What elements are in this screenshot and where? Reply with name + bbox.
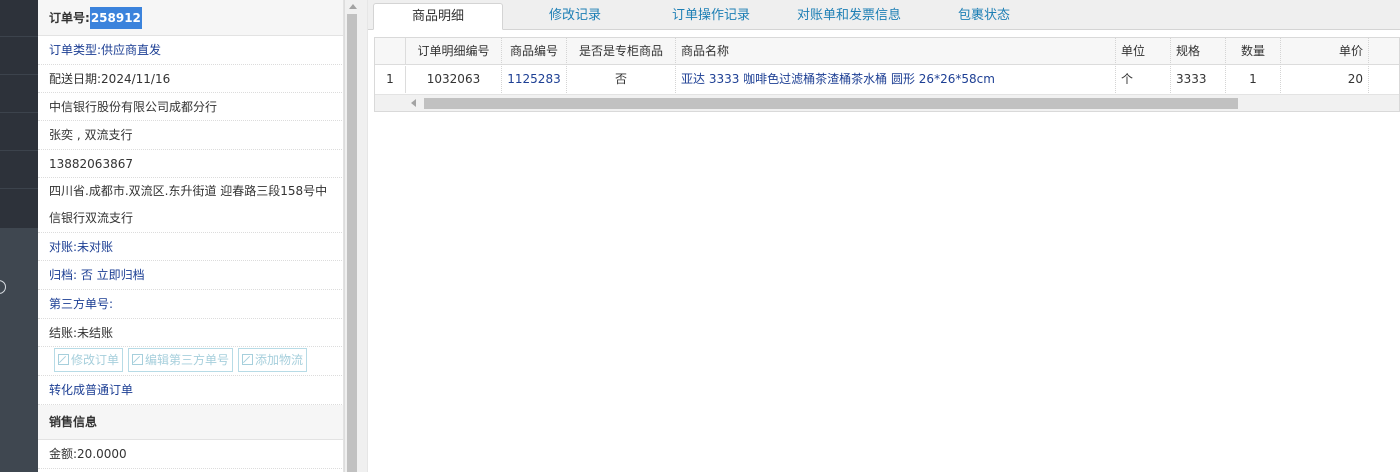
company-name: 中信银行股份有限公司成都分行 bbox=[38, 93, 343, 121]
nav-divider bbox=[0, 112, 38, 113]
archive-status[interactable]: 归档: 否 立即归档 bbox=[38, 261, 343, 290]
order-no-label: 订单号: bbox=[49, 11, 90, 25]
row-index: 1 bbox=[375, 66, 406, 93]
grid-header-index bbox=[375, 38, 406, 65]
reconcile-status[interactable]: 对账:未对账 bbox=[38, 233, 343, 261]
tab-order-operation-records[interactable]: 订单操作记录 bbox=[646, 3, 776, 30]
scroll-up-icon[interactable] bbox=[349, 4, 357, 9]
third-party-order-no: 第三方单号: bbox=[38, 290, 343, 319]
grid-header-unit-price[interactable]: 单价 bbox=[1281, 38, 1369, 65]
nav-circle-icon[interactable] bbox=[0, 280, 6, 294]
table-row[interactable]: 1 1032063 1125283 否 亚达 3333 咖啡色过滤桶茶渣桶茶水桶… bbox=[375, 66, 1399, 93]
address: 四川省.成都市.双流区.东升街道 迎春路三段158号中信银行双流支行 bbox=[38, 178, 343, 233]
spec-cell: 3333 bbox=[1171, 66, 1226, 93]
edit-third-party-label: 编辑第三方单号 bbox=[145, 353, 230, 367]
grid-header-qty[interactable]: 数量 bbox=[1226, 38, 1281, 65]
nav-menu-area bbox=[0, 0, 38, 228]
grid-header-filler bbox=[1369, 38, 1399, 65]
settlement-status: 结账:未结账 bbox=[38, 319, 343, 347]
add-logistics-label: 添加物流 bbox=[255, 353, 304, 367]
detail-no-cell: 1032063 bbox=[406, 66, 502, 93]
horizontal-scrollbar-thumb[interactable] bbox=[424, 98, 1238, 109]
horizontal-scrollbar[interactable] bbox=[375, 94, 1399, 111]
row-filler bbox=[1369, 66, 1399, 93]
goods-name-cell[interactable]: 亚达 3333 咖啡色过滤桶茶渣桶茶水桶 圆形 26*26*58cm bbox=[676, 66, 1116, 93]
grid-header-goods-no[interactable]: 商品编号 bbox=[502, 38, 567, 65]
convert-order-link[interactable]: 转化成普通订单 bbox=[38, 376, 343, 405]
contact-name: 张奕 , 双流支行 bbox=[38, 121, 343, 150]
scroll-left-icon[interactable] bbox=[411, 99, 416, 107]
grid-header-unit[interactable]: 单位 bbox=[1116, 38, 1171, 65]
unit-cell: 个 bbox=[1116, 66, 1171, 93]
tab-bar: 商品明细 修改记录 订单操作记录 对账单和发票信息 包裹状态 bbox=[368, 0, 1400, 30]
grid-header-is-exclusive[interactable]: 是否是专柜商品 bbox=[567, 38, 676, 65]
nav-divider bbox=[0, 74, 38, 75]
unit-price-cell: 20 bbox=[1281, 66, 1369, 93]
scrollbar-thumb[interactable] bbox=[347, 14, 357, 472]
action-button-group: 修改订单 编辑第三方单号 添加物流 bbox=[38, 347, 343, 376]
delivery-date: 配送日期:2024/11/16 bbox=[38, 65, 343, 93]
sales-info-header: 销售信息 bbox=[38, 405, 343, 440]
order-no-row: 订单号:258912 bbox=[38, 0, 343, 36]
tab-modify-records[interactable]: 修改记录 bbox=[518, 3, 632, 30]
edit-third-party-button[interactable]: 编辑第三方单号 bbox=[128, 348, 234, 372]
tab-statement-invoice[interactable]: 对账单和发票信息 bbox=[784, 3, 914, 30]
is-exclusive-cell: 否 bbox=[567, 66, 676, 93]
edit-order-label: 修改订单 bbox=[71, 353, 120, 367]
order-no-value[interactable]: 258912 bbox=[89, 7, 142, 29]
order-type: 订单类型:供应商直发 bbox=[38, 36, 343, 65]
add-logistics-button[interactable]: 添加物流 bbox=[238, 348, 308, 372]
grid-header-goods-name[interactable]: 商品名称 bbox=[676, 38, 1116, 65]
edit-order-button[interactable]: 修改订单 bbox=[54, 348, 124, 372]
grid-header-row: 订单明细编号 商品编号 是否是专柜商品 商品名称 单位 规格 数量 单价 bbox=[375, 38, 1399, 65]
grid-header-spec[interactable]: 规格 bbox=[1171, 38, 1226, 65]
phone-number: 13882063867 bbox=[38, 150, 343, 178]
goods-detail-grid: 订单明细编号 商品编号 是否是专柜商品 商品名称 单位 规格 数量 单价 1 1… bbox=[374, 37, 1400, 112]
nav-divider bbox=[0, 36, 38, 37]
amount: 金额:20.0000 bbox=[38, 440, 343, 469]
goods-no-cell[interactable]: 1125283 bbox=[502, 66, 567, 93]
main-content: 商品明细 修改记录 订单操作记录 对账单和发票信息 包裹状态 订单明细编号 商品… bbox=[368, 0, 1400, 472]
qty-cell: 1 bbox=[1226, 66, 1281, 93]
pencil-square-icon bbox=[58, 354, 69, 365]
pencil-square-icon bbox=[242, 354, 254, 365]
order-info-panel: 订单号:258912 订单类型:供应商直发 配送日期:2024/11/16 中信… bbox=[38, 0, 344, 472]
tab-goods-detail[interactable]: 商品明细 bbox=[373, 3, 503, 30]
nav-divider bbox=[0, 150, 38, 151]
pencil-square-icon bbox=[132, 354, 144, 365]
left-nav-strip bbox=[0, 0, 38, 472]
nav-divider bbox=[0, 188, 38, 189]
vertical-scrollbar[interactable] bbox=[344, 0, 368, 472]
tab-package-status[interactable]: 包裹状态 bbox=[928, 3, 1040, 30]
grid-header-detail-no[interactable]: 订单明细编号 bbox=[406, 38, 502, 65]
